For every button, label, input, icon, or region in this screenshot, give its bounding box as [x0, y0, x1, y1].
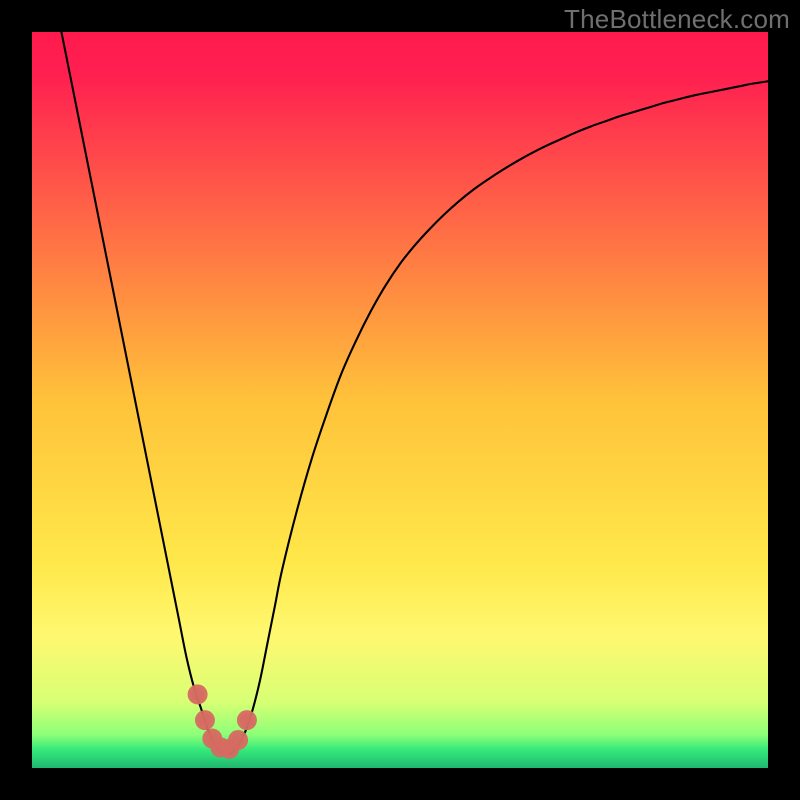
- chart-frame: TheBottleneck.com: [0, 0, 800, 800]
- valley-marker-core: [240, 714, 253, 727]
- valley-marker-core: [198, 714, 211, 727]
- bottleneck-chart: [32, 32, 768, 768]
- valley-marker-core: [232, 734, 245, 747]
- watermark-text: TheBottleneck.com: [564, 4, 790, 35]
- plot-background: [32, 32, 768, 768]
- valley-marker-core: [191, 688, 204, 701]
